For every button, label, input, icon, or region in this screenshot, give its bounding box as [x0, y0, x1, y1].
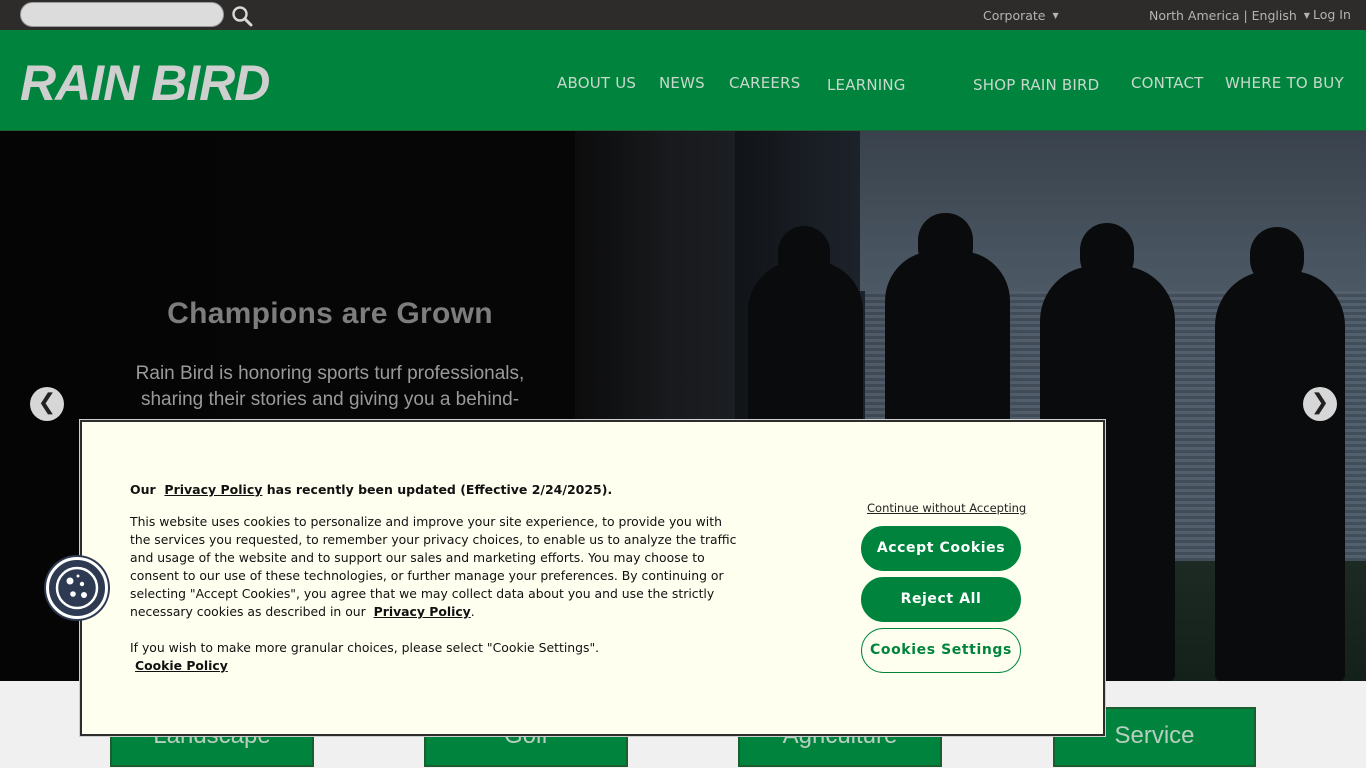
cookie-heading-prefix: Our	[130, 482, 156, 497]
region-language-dropdown[interactable]: North America | English ▼	[1149, 8, 1310, 23]
hero-silhouette-head	[1250, 227, 1304, 287]
hero-silhouette	[1215, 271, 1345, 681]
cookie-heading-suffix: has recently been updated (Effective 2/2…	[266, 482, 613, 497]
chevron-left-icon: ❮	[37, 390, 57, 415]
cookie-preferences-button[interactable]	[46, 557, 108, 619]
cookie-heading: Our Privacy Policy has recently been upd…	[130, 482, 612, 497]
hero-silhouette-head	[1080, 223, 1134, 285]
hero-description: Rain Bird is honoring sports turf profes…	[135, 363, 525, 410]
cookie-policy-link[interactable]: Cookie Policy	[135, 658, 228, 673]
cookie-description: This website uses cookies to personalize…	[130, 514, 737, 619]
chevron-right-icon: ❯	[1310, 390, 1330, 415]
top-utility-bar: Corporate ▼ North America | English ▼ Log …	[0, 0, 1366, 30]
nav-where-to-buy[interactable]: WHERE TO BUY	[1225, 74, 1344, 92]
accept-cookies-button[interactable]: Accept Cookies	[861, 526, 1021, 571]
nav-contact[interactable]: CONTACT	[1131, 74, 1204, 92]
caret-down-icon: ▼	[1303, 11, 1310, 20]
region-label: North America | English	[1149, 8, 1297, 23]
corporate-label: Corporate	[983, 8, 1046, 23]
nav-learning[interactable]: LEARNING	[827, 76, 906, 94]
cookie-granular-text: If you wish to make more granular choice…	[130, 640, 600, 655]
nav-news[interactable]: NEWS	[659, 74, 705, 92]
carousel-prev-button[interactable]: ❮	[30, 387, 64, 421]
login-link[interactable]: Log In	[1313, 7, 1351, 22]
search-icon[interactable]	[231, 5, 253, 27]
logo-text: RAIN BIRD	[20, 55, 269, 104]
main-header: RAIN BIRD ABOUT US NEWS CAREERS LEARNING…	[0, 30, 1366, 131]
hero-title: Champions are Grown	[167, 297, 493, 330]
rain-bird-logo[interactable]: RAIN BIRD	[20, 46, 312, 104]
cookie-icon	[55, 566, 99, 610]
caret-down-icon: ▼	[1052, 11, 1059, 20]
continue-without-accepting-link[interactable]: Continue without Accepting	[867, 501, 1026, 515]
nav-about-us[interactable]: ABOUT US	[557, 74, 636, 92]
carousel-next-button[interactable]: ❯	[1303, 387, 1337, 421]
corporate-dropdown[interactable]: Corporate ▼	[983, 8, 1059, 23]
cookie-granular-note: If you wish to make more granular choice…	[130, 639, 740, 675]
cookie-consent-banner: Our Privacy Policy has recently been upd…	[80, 420, 1105, 736]
privacy-policy-link[interactable]: Privacy Policy	[164, 482, 262, 497]
search-input[interactable]	[20, 2, 224, 27]
reject-all-button[interactable]: Reject All	[861, 577, 1021, 622]
cookies-settings-button[interactable]: Cookies Settings	[861, 628, 1021, 673]
hero-silhouette-head	[918, 213, 973, 275]
nav-shop-rain-bird[interactable]: SHOP RAIN BIRD	[973, 76, 1099, 94]
privacy-policy-link-inline[interactable]: Privacy Policy	[374, 604, 471, 619]
hero-silhouette-head	[778, 226, 830, 286]
nav-careers[interactable]: CAREERS	[729, 74, 800, 92]
